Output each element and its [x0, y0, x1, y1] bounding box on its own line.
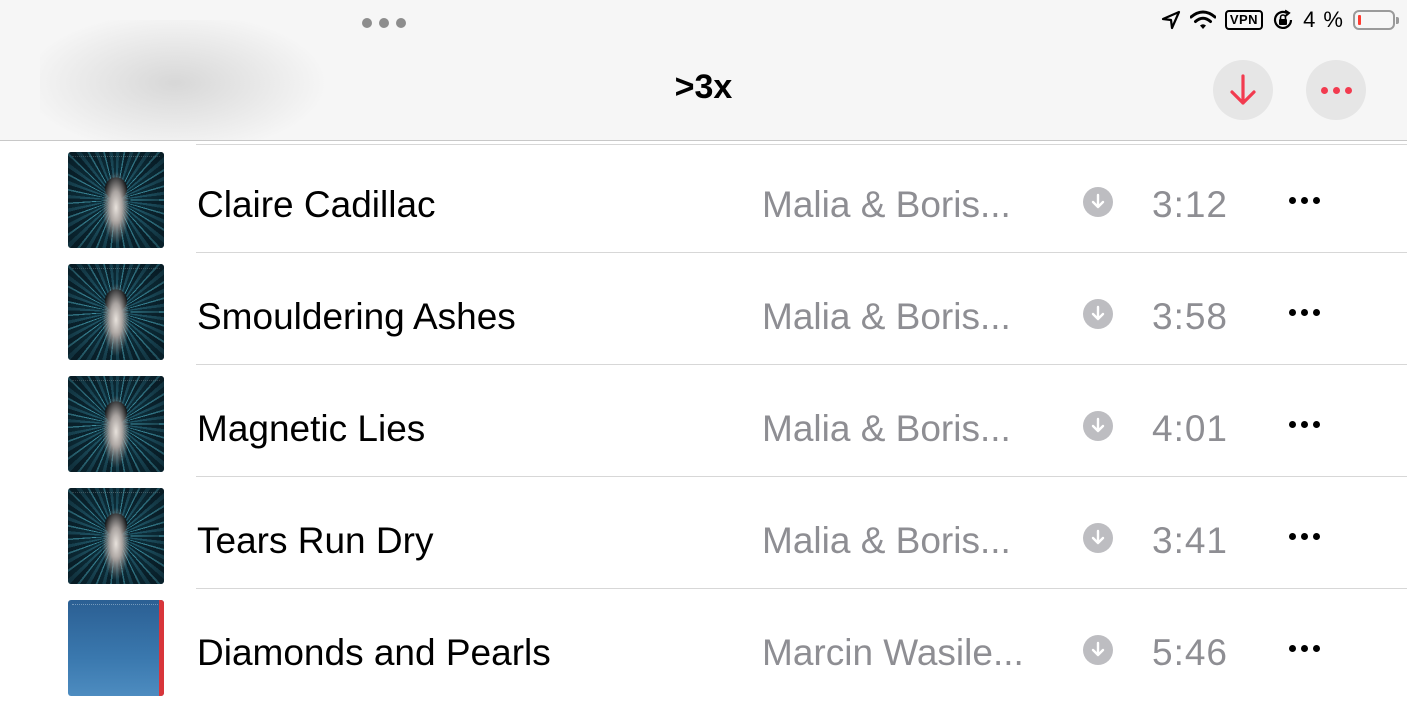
track-duration: 3:12 [1152, 184, 1229, 225]
track-row[interactable]: Diamonds and Pearls Marcin Wasile... 5:4… [0, 589, 1407, 701]
track-artist: Malia & Boris... [762, 520, 1011, 561]
downloaded-icon [1083, 187, 1113, 217]
track-title: Claire Cadillac [197, 184, 436, 225]
orientation-lock-icon [1273, 9, 1293, 29]
track-duration: 3:41 [1152, 520, 1229, 561]
track-artist: Malia & Boris... [762, 296, 1011, 337]
download-button[interactable] [1213, 60, 1273, 120]
downloaded-icon [1083, 635, 1113, 665]
track-title: Smouldering Ashes [197, 296, 516, 337]
track-row[interactable]: Smouldering Ashes Malia & Boris... 3:58 [0, 253, 1407, 365]
track-duration: 4:01 [1152, 408, 1229, 449]
page-title: >3x [674, 68, 733, 106]
track-title: Tears Run Dry [197, 520, 434, 561]
vpn-icon: VPN [1224, 10, 1264, 30]
track-artist: Marcin Wasile... [762, 632, 1024, 673]
location-arrow-icon [1161, 10, 1180, 30]
track-more-options-icon[interactable] [1289, 533, 1320, 540]
track-row[interactable]: Magnetic Lies Malia & Boris... 4:01 [0, 365, 1407, 477]
album-artwork [68, 152, 164, 248]
downloaded-icon [1083, 411, 1113, 441]
track-duration: 5:46 [1152, 632, 1229, 673]
track-title: Diamonds and Pearls [197, 632, 551, 673]
track-more-options-icon[interactable] [1289, 197, 1320, 204]
track-more-options-icon[interactable] [1289, 421, 1320, 428]
track-artist: Malia & Boris... [762, 184, 1011, 225]
wifi-icon [1189, 10, 1216, 29]
navigation-header: VPN 4 % >3x [0, 0, 1407, 141]
battery-percentage: 4 % [1303, 7, 1344, 32]
downloaded-icon [1083, 299, 1113, 329]
track-more-options-icon[interactable] [1289, 309, 1320, 316]
album-artwork [68, 488, 164, 584]
battery-level [1358, 15, 1361, 25]
album-artwork [68, 376, 164, 472]
album-artwork [68, 264, 164, 360]
ellipsis-icon [1320, 86, 1352, 94]
track-artist: Malia & Boris... [762, 408, 1011, 449]
track-title: Magnetic Lies [197, 408, 426, 449]
status-bar: VPN 4 % [1161, 6, 1399, 34]
album-artwork [68, 600, 164, 696]
downloaded-icon [1083, 523, 1113, 553]
track-row[interactable]: Tears Run Dry Malia & Boris... 3:41 [0, 477, 1407, 589]
more-options-button[interactable] [1306, 60, 1366, 120]
multitasking-handle-icon[interactable] [362, 18, 406, 28]
arrow-down-icon [1230, 74, 1256, 105]
battery-icon [1353, 10, 1399, 30]
track-row[interactable]: Claire Cadillac Malia & Boris... 3:12 [0, 141, 1407, 253]
track-duration: 3:58 [1152, 296, 1229, 337]
